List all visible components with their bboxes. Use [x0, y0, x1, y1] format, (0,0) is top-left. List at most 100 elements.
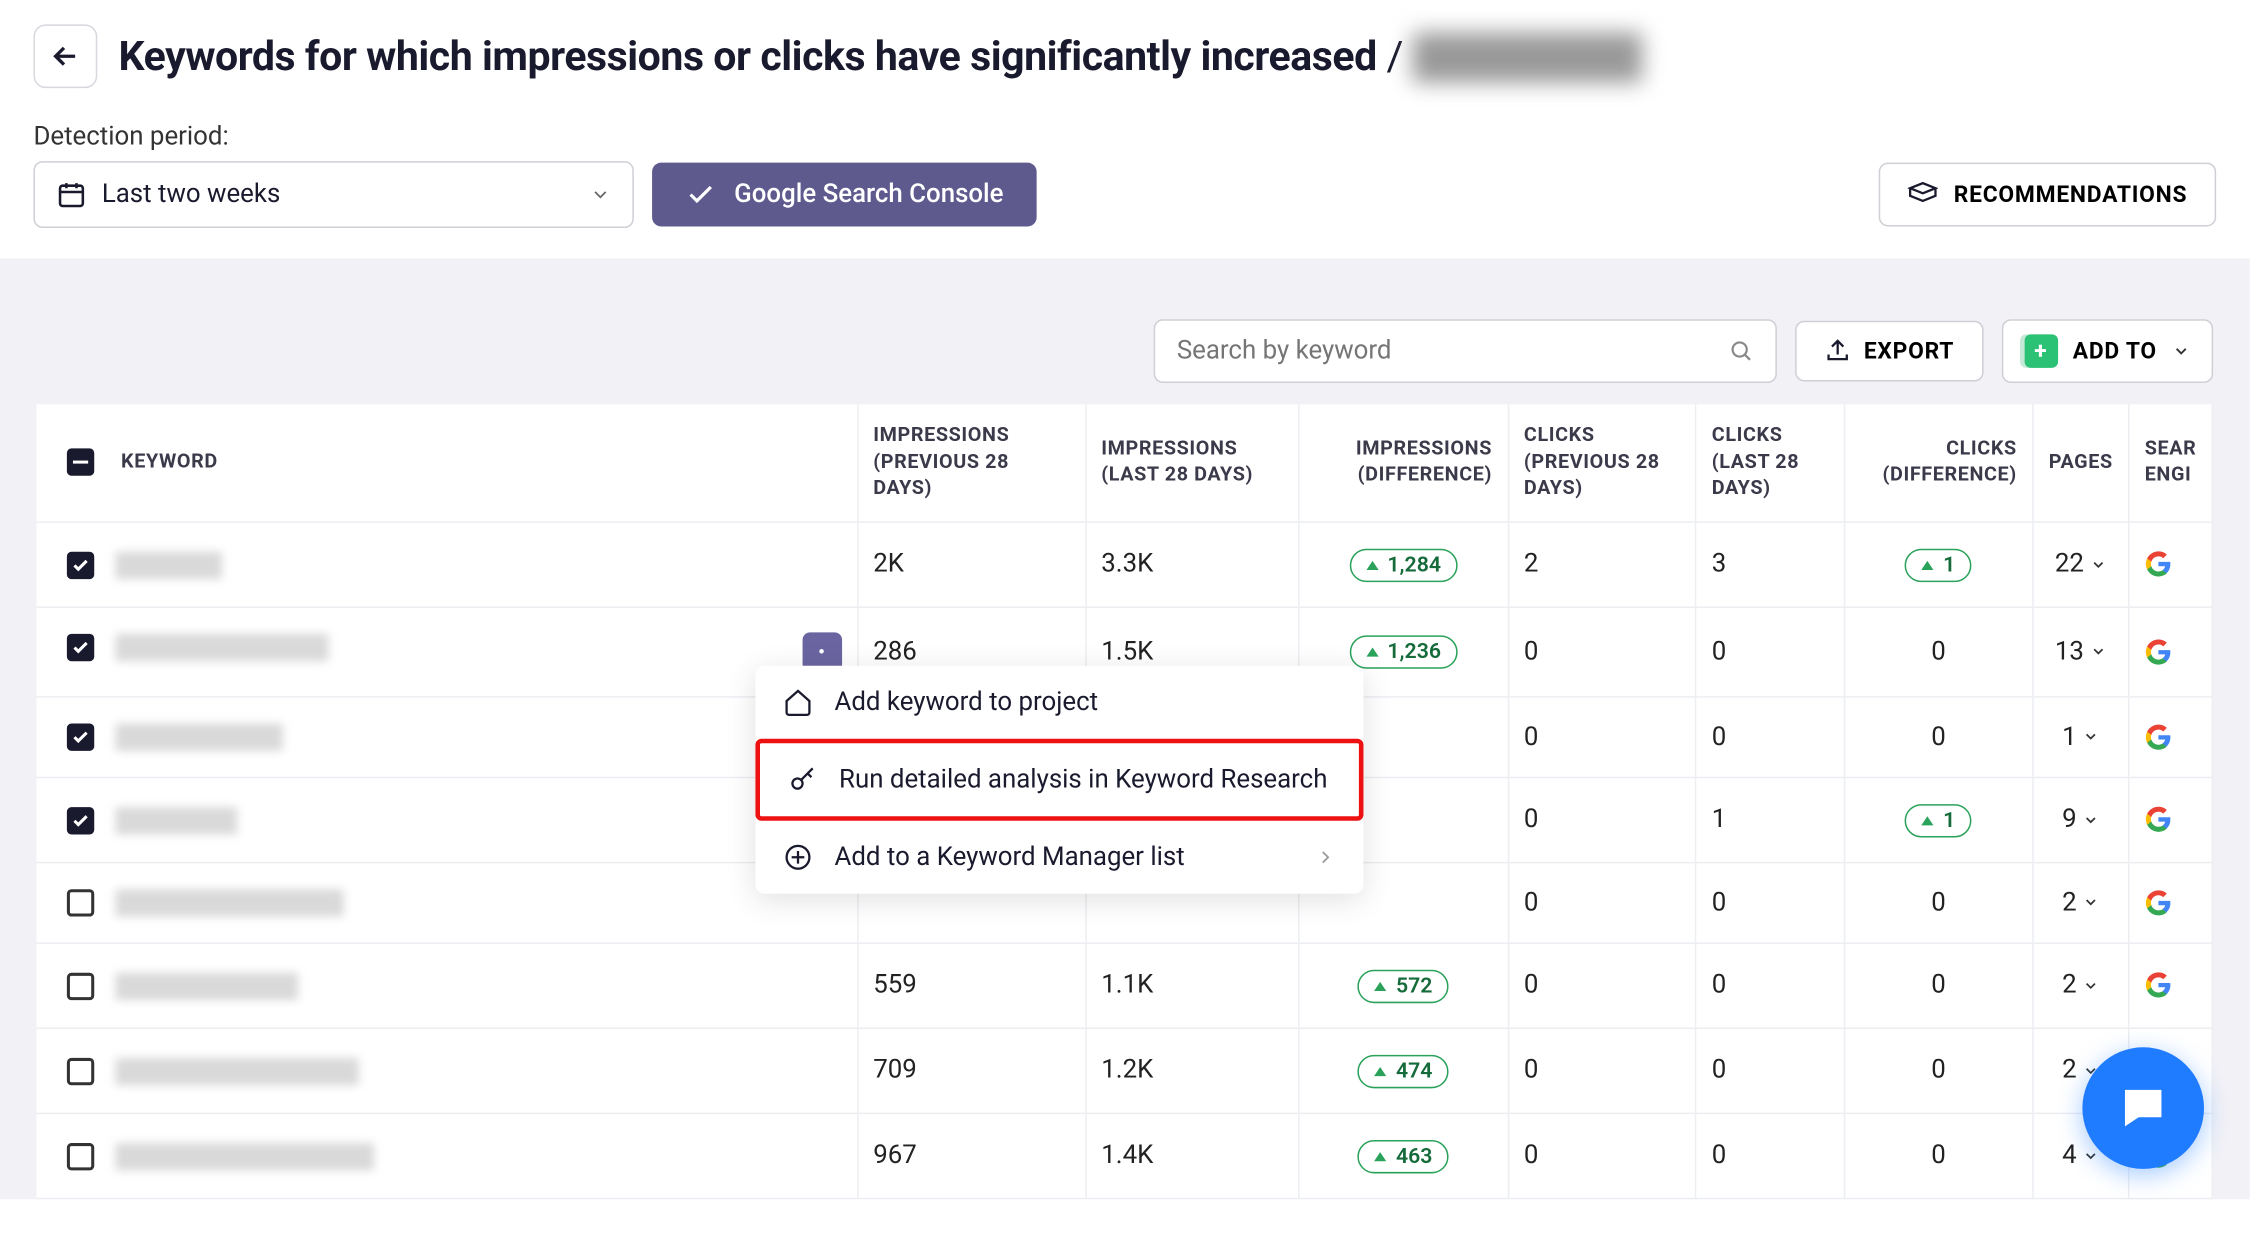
add-to-button[interactable]: + ADD TO	[2001, 319, 2213, 383]
cell-imp-last: 1.1K	[1085, 943, 1299, 1028]
search-icon	[1728, 337, 1754, 364]
row-checkbox[interactable]	[67, 889, 94, 916]
col-keyword[interactable]: KEYWORD	[36, 404, 857, 521]
diff-pill: 572	[1358, 969, 1449, 1002]
keyword-text-redacted	[116, 551, 222, 578]
table-row: 2K3.3K1,28423122	[36, 522, 2212, 607]
google-icon	[2145, 806, 2197, 833]
table-row: 9671.4K4630004	[36, 1113, 2212, 1198]
cell-clicks-last: 3	[1696, 522, 1844, 607]
detection-period-dropdown[interactable]: Last two weeks	[33, 161, 633, 228]
diff-pill: 1,236	[1349, 636, 1457, 669]
cell-clicks-diff: 0	[1844, 1028, 2032, 1113]
source-button[interactable]: Google Search Console	[652, 163, 1037, 227]
row-checkbox[interactable]	[67, 1143, 94, 1170]
google-icon	[2145, 638, 2197, 665]
cell-clicks-prev: 0	[1508, 696, 1696, 777]
row-checkbox[interactable]	[67, 972, 94, 999]
cell-pages[interactable]: 1	[2033, 696, 2129, 777]
keyword-text-redacted	[116, 724, 283, 751]
google-icon	[2145, 723, 2197, 750]
row-checkbox[interactable]	[67, 724, 94, 751]
cell-pages[interactable]: 2	[2033, 943, 2129, 1028]
cell-imp-diff: 1,284	[1299, 522, 1508, 607]
row-checkbox[interactable]	[67, 634, 94, 661]
col-imp-prev[interactable]: IMPRESSIONS (PREVIOUS 28 DAYS)	[857, 404, 1085, 521]
key-icon	[787, 765, 817, 795]
col-pages[interactable]: PAGES	[2033, 404, 2129, 521]
back-button[interactable]	[33, 24, 97, 88]
diff-pill: 474	[1358, 1054, 1449, 1087]
cell-pages[interactable]: 2	[2033, 862, 2129, 943]
col-clicks-prev[interactable]: CLICKS (PREVIOUS 28 DAYS)	[1508, 404, 1696, 521]
col-imp-diff[interactable]: IMPRESSIONS (DIFFERENCE)	[1299, 404, 1508, 521]
menu-add-to-project[interactable]: Add keyword to project	[755, 666, 1363, 739]
cell-imp-diff: 463	[1299, 1113, 1508, 1198]
cell-clicks-prev: 0	[1508, 862, 1696, 943]
chevron-down-icon	[590, 184, 611, 205]
cell-pages[interactable]: 13	[2033, 607, 2129, 697]
col-imp-last[interactable]: IMPRESSIONS (LAST 28 DAYS)	[1085, 404, 1299, 521]
cell-imp-last: 1.4K	[1085, 1113, 1299, 1198]
cell-clicks-last: 0	[1696, 607, 1844, 697]
keyword-text-redacted	[116, 889, 344, 916]
cell-imp-last: 1.2K	[1085, 1028, 1299, 1113]
search-input[interactable]	[1177, 336, 1728, 366]
chevron-down-icon	[2172, 342, 2190, 360]
cell-clicks-prev: 0	[1508, 1028, 1696, 1113]
plus-circle-icon	[783, 842, 813, 872]
cell-clicks-diff: 0	[1844, 696, 2032, 777]
chat-icon	[2116, 1080, 2171, 1135]
keyword-text-redacted	[116, 1143, 374, 1170]
google-icon	[2145, 971, 2197, 998]
cell-engine	[2129, 862, 2213, 943]
chevron-right-icon	[1315, 847, 1336, 868]
cell-clicks-last: 0	[1696, 862, 1844, 943]
cell-engine	[2129, 696, 2213, 777]
cell-engine	[2129, 522, 2213, 607]
col-search-engine[interactable]: SEAR ENGI	[2129, 404, 2213, 521]
cell-clicks-last: 0	[1696, 1028, 1844, 1113]
menu-run-analysis[interactable]: Run detailed analysis in Keyword Researc…	[755, 739, 1363, 821]
cell-clicks-last: 0	[1696, 943, 1844, 1028]
cell-clicks-diff: 1	[1844, 777, 2032, 862]
keyword-text-redacted	[116, 634, 329, 661]
cell-pages[interactable]: 22	[2033, 522, 2129, 607]
cell-pages[interactable]: 9	[2033, 777, 2129, 862]
page-title: Keywords for which impressions or clicks…	[119, 32, 1642, 81]
cell-clicks-prev: 0	[1508, 1113, 1696, 1198]
col-clicks-diff[interactable]: CLICKS (DIFFERENCE)	[1844, 404, 2032, 521]
cell-imp-prev: 2K	[857, 522, 1085, 607]
cell-clicks-last: 1	[1696, 777, 1844, 862]
cell-clicks-prev: 0	[1508, 777, 1696, 862]
cell-clicks-prev: 0	[1508, 607, 1696, 697]
col-clicks-last[interactable]: CLICKS (LAST 28 DAYS)	[1696, 404, 1844, 521]
export-icon	[1824, 337, 1851, 364]
cell-imp-prev: 967	[857, 1113, 1085, 1198]
recommendations-icon	[1908, 179, 1938, 209]
cell-imp-prev: 559	[857, 943, 1085, 1028]
cell-imp-diff: 572	[1299, 943, 1508, 1028]
diff-pill: 1	[1905, 804, 1972, 837]
cell-clicks-prev: 0	[1508, 943, 1696, 1028]
recommendations-button[interactable]: RECOMMENDATIONS	[1879, 163, 2216, 227]
cell-clicks-diff: 0	[1844, 943, 2032, 1028]
check-icon	[686, 179, 716, 209]
cell-clicks-diff: 0	[1844, 1113, 2032, 1198]
search-input-wrapper[interactable]	[1154, 319, 1777, 383]
row-checkbox[interactable]	[67, 807, 94, 834]
row-checkbox[interactable]	[67, 1057, 94, 1084]
diff-pill: 463	[1358, 1139, 1449, 1172]
cell-imp-diff: 474	[1299, 1028, 1508, 1113]
cell-clicks-diff: 0	[1844, 862, 2032, 943]
export-button[interactable]: EXPORT	[1795, 321, 1983, 382]
plus-icon: +	[2024, 334, 2057, 367]
menu-add-to-km[interactable]: Add to a Keyword Manager list	[755, 821, 1363, 894]
chat-fab[interactable]	[2082, 1047, 2204, 1169]
keyword-text-redacted	[116, 972, 298, 999]
keyword-text-redacted	[116, 1057, 359, 1084]
select-all-checkbox[interactable]	[67, 449, 94, 476]
table-row: 7091.2K4740002	[36, 1028, 2212, 1113]
home-icon	[783, 687, 813, 717]
row-checkbox[interactable]	[67, 551, 94, 578]
